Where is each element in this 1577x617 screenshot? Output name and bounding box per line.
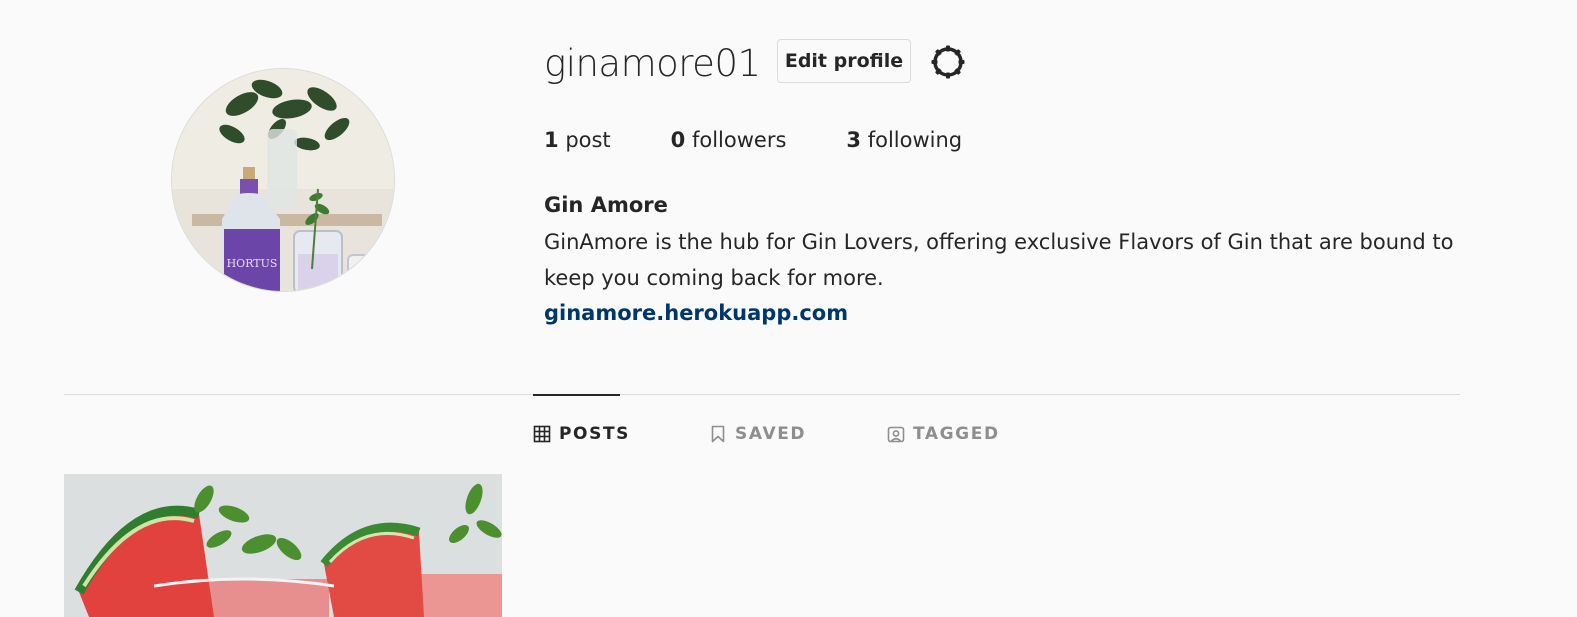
tabs-divider [64,394,1460,395]
followers-label: followers [691,128,787,152]
following-stat[interactable]: 3 following [846,124,962,156]
tab-saved-label: SAVED [735,424,807,444]
profile-avatar[interactable]: HORTUS [171,68,395,292]
profile-page: HORTUS ginamore01 Edit profile 1 post 0 … [0,0,1577,617]
posts-label: post [565,128,611,152]
following-label: following [867,128,963,152]
followers-count: 0 [670,128,686,152]
tab-saved[interactable]: SAVED [709,422,806,446]
profile-full-name: Gin Amore [544,193,668,217]
bookmark-icon [711,425,725,443]
avatar-bottle-label: HORTUS [227,257,278,270]
post-image [64,474,502,617]
tab-tagged[interactable]: TAGGED [887,422,1000,446]
following-count: 3 [846,128,862,152]
posts-stat: 1 post [544,124,611,156]
profile-bio: GinAmore is the hub for Gin Lovers, offe… [544,230,1454,290]
settings-gear-icon[interactable] [928,42,968,82]
profile-username: ginamore01 [544,42,761,85]
active-tab-indicator [533,394,620,396]
tagged-icon [887,426,905,443]
tab-tagged-label: TAGGED [913,424,1000,444]
profile-website-link[interactable]: ginamore.herokuapp.com [544,297,848,329]
avatar-image: HORTUS [172,69,394,291]
profile-stats: 1 post 0 followers 3 following [544,124,1022,156]
followers-stat[interactable]: 0 followers [671,124,787,156]
grid-icon [533,425,551,443]
tab-posts[interactable]: POSTS [533,422,630,446]
tab-posts-label: POSTS [559,424,630,444]
post-thumbnail[interactable] [64,474,502,617]
edit-profile-button[interactable]: Edit profile [777,39,911,83]
posts-count: 1 [544,128,559,152]
